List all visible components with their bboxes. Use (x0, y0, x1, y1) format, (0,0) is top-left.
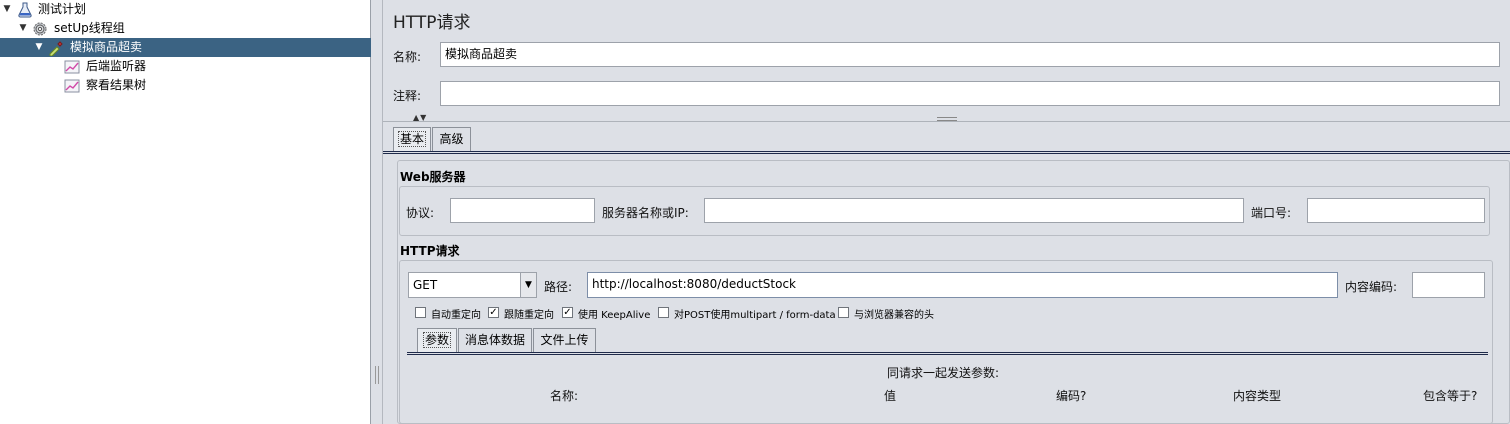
tab-file-upload[interactable]: 文件上传 (533, 328, 596, 352)
expand-toggle-icon[interactable]: ▼ (34, 38, 44, 57)
auto-redirect-label: 自动重定向 (431, 310, 481, 321)
tab-strip-line (383, 151, 1510, 154)
protocol-label: 协议: (406, 206, 435, 220)
expand-toggle-icon[interactable]: ▼ (18, 19, 28, 38)
comment-label: 注释: (393, 89, 422, 103)
tab-basic[interactable]: 基本 (393, 127, 431, 151)
browser-headers-checkbox[interactable] (838, 307, 849, 318)
encoding-field[interactable] (1412, 272, 1485, 298)
name-field[interactable]: 模拟商品超卖 (440, 42, 1500, 67)
tab-label: 文件上传 (540, 333, 589, 347)
keepalive-checkbox[interactable]: ✓ (562, 307, 573, 318)
keepalive-label: 使用 KeepAlive (578, 310, 651, 321)
multipart-label: 对POST使用multipart / form-data (674, 310, 836, 321)
method-value: GET (413, 278, 438, 292)
tree-item-label: 后端监听器 (86, 59, 147, 73)
path-label: 路径: (544, 280, 573, 294)
chart-listener-icon (64, 60, 80, 74)
tree-item-label: 模拟商品超卖 (70, 40, 143, 54)
server-label: 服务器名称或IP: (602, 206, 689, 220)
method-select[interactable]: GET ▼ (408, 272, 537, 298)
tree-item-setup-thread-group[interactable]: ▼ setUp线程组 (0, 19, 371, 38)
tab-label: 基本 (397, 131, 426, 147)
tree-item-label: 测试计划 (38, 2, 87, 16)
page-title: HTTP请求 (393, 13, 471, 33)
pipette-sampler-icon (49, 41, 63, 56)
column-header-content-type[interactable]: 内容类型 (1233, 387, 1281, 404)
chevron-down-icon[interactable]: ▼ (520, 273, 536, 297)
splitter-grip-icon[interactable] (375, 366, 379, 384)
port-field[interactable] (1307, 198, 1485, 223)
path-field[interactable]: http://localhost:8080/deductStock (587, 272, 1338, 298)
params-caption: 同请求一起发送参数: (887, 366, 1000, 380)
column-header-name[interactable]: 名称: (550, 387, 578, 404)
sub-tab-strip-line (407, 352, 1488, 355)
server-field[interactable] (704, 198, 1244, 223)
tab-body-data[interactable]: 消息体数据 (458, 328, 532, 352)
column-header-encode[interactable]: 编码? (1056, 387, 1086, 404)
auto-redirect-checkbox[interactable] (415, 307, 426, 318)
gear-icon (33, 22, 47, 36)
tree-item-view-results-tree[interactable]: 察看结果树 (0, 76, 371, 95)
tree-item-label: 察看结果树 (86, 78, 147, 92)
tab-parameters[interactable]: 参数 (417, 328, 457, 352)
chart-listener-icon (64, 79, 80, 93)
tree-item-backend-listener[interactable]: 后端监听器 (0, 57, 371, 76)
encoding-label: 内容编码: (1345, 280, 1398, 294)
column-header-include-equals[interactable]: 包含等于? (1423, 387, 1477, 404)
column-header-value[interactable]: 值 (884, 387, 896, 404)
follow-redirects-checkbox[interactable]: ✓ (488, 307, 499, 318)
tree-item-test-plan[interactable]: ▼ 测试计划 (0, 0, 371, 19)
tab-advanced[interactable]: 高级 (432, 127, 471, 151)
split-pane-divider[interactable] (371, 0, 383, 424)
divider (383, 121, 1510, 122)
follow-redirects-label: 跟随重定向 (504, 310, 554, 321)
tab-label: 参数 (422, 332, 451, 348)
tree-item-sampler-selected[interactable]: ▼ 模拟商品超卖 (0, 38, 371, 57)
browser-headers-label: 与浏览器兼容的头 (854, 310, 934, 321)
test-plan-tree[interactable]: ▼ 测试计划 ▼ setUp线程组 ▼ 模拟商品超卖 后端监听器 察看结果树 (0, 0, 371, 424)
protocol-field[interactable] (450, 198, 595, 223)
port-label: 端口号: (1251, 206, 1292, 220)
tree-item-label: setUp线程组 (54, 21, 125, 35)
name-label: 名称: (393, 50, 422, 64)
http-request-panel: HTTP请求 名称: 模拟商品超卖 注释: ▲▼ 基本 高级 Web服务器 协议… (383, 0, 1510, 424)
tab-label: 消息体数据 (464, 333, 525, 347)
expand-toggle-icon[interactable]: ▼ (2, 0, 12, 19)
tab-label: 高级 (439, 132, 464, 146)
multipart-checkbox[interactable] (658, 307, 669, 318)
test-plan-flask-icon (18, 2, 32, 18)
comment-field[interactable] (440, 81, 1500, 106)
http-request-title: HTTP请求 (400, 244, 460, 258)
web-server-title: Web服务器 (400, 170, 466, 184)
